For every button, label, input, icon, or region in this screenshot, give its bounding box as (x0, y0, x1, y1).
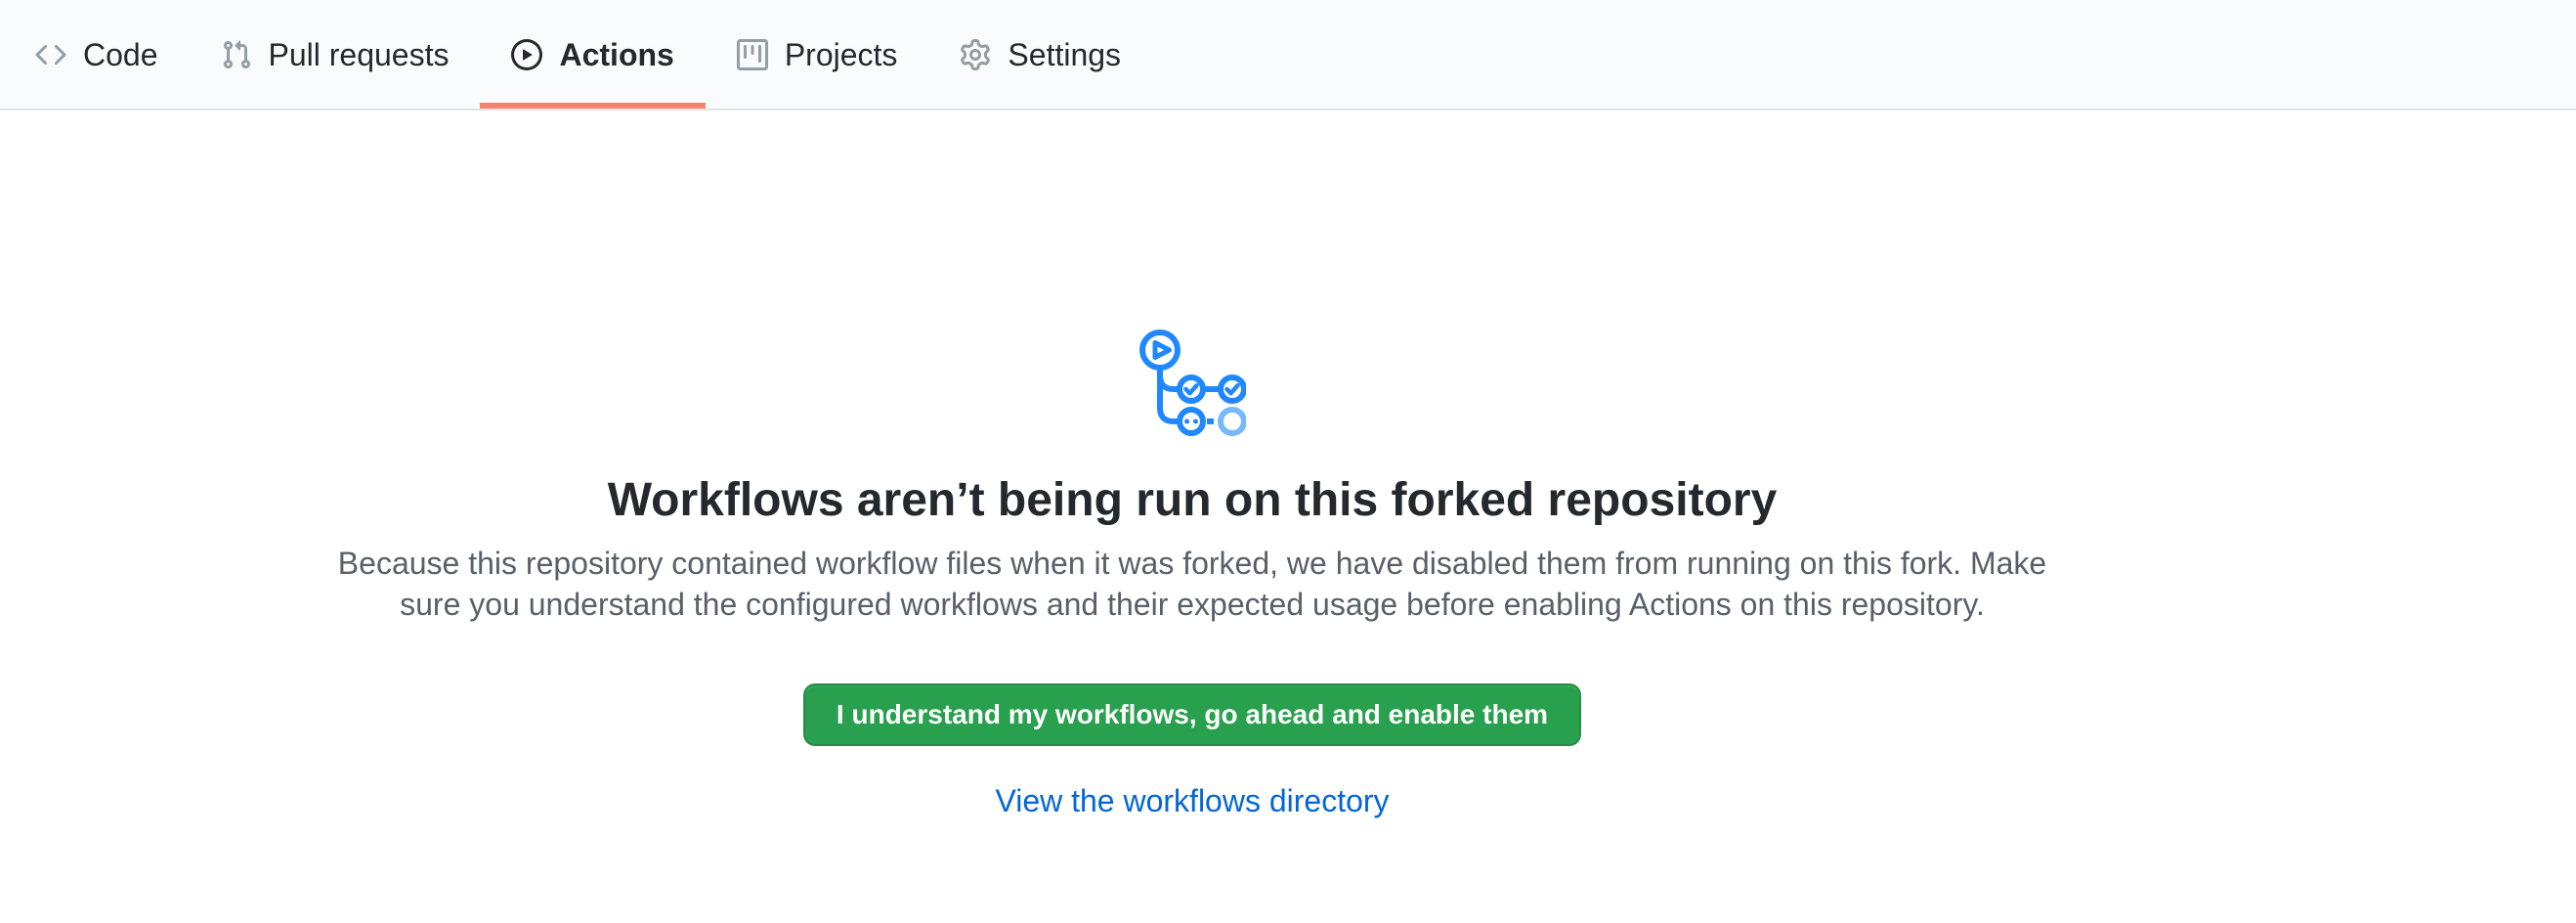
tab-settings[interactable]: Settings (928, 0, 1152, 109)
tab-label: Projects (785, 39, 898, 70)
repo-nav: Code Pull requests Actions Projects Sett… (0, 0, 2576, 110)
enable-workflows-button[interactable]: I understand my workflows, go ahead and … (803, 683, 1581, 746)
git-pull-request-icon (221, 39, 252, 70)
code-icon (35, 39, 66, 70)
blankslate-description: Because this repository contained workfl… (332, 543, 2052, 625)
tab-code[interactable]: Code (4, 0, 190, 109)
tab-actions[interactable]: Actions (480, 0, 705, 109)
tab-label: Settings (1008, 39, 1121, 70)
tab-label: Pull requests (269, 39, 450, 70)
page-title: Workflows aren’t being run on this forke… (0, 473, 2384, 527)
tab-projects[interactable]: Projects (706, 0, 929, 109)
view-workflows-link[interactable]: View the workflows directory (995, 785, 1389, 816)
blankslate: Workflows aren’t being run on this forke… (0, 110, 2384, 816)
tab-label: Code (83, 39, 158, 70)
actions-workflow-icon (1138, 330, 1246, 437)
gear-icon (960, 39, 991, 70)
project-icon (737, 39, 768, 70)
tab-label: Actions (559, 39, 673, 70)
tab-pull-requests[interactable]: Pull requests (190, 0, 481, 109)
play-circle-icon (511, 39, 542, 70)
